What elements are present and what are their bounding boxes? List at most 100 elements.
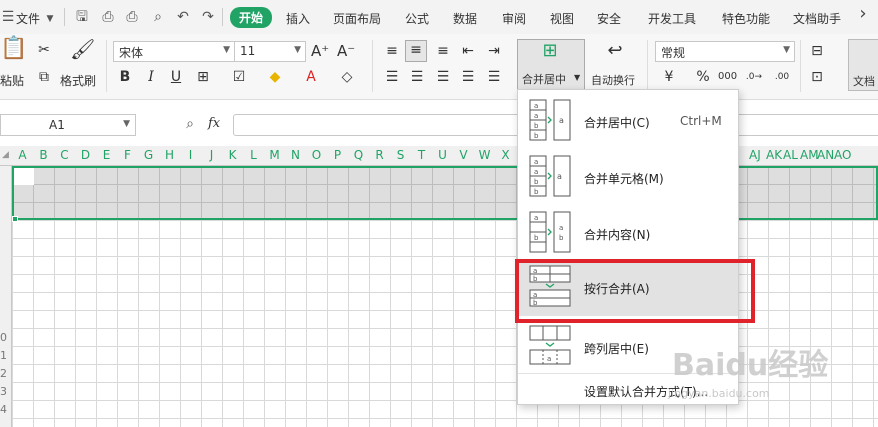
redo-icon[interactable]: ↷ [200,9,216,25]
thousands-icon[interactable]: 000 [718,68,737,86]
tab-doc-assistant[interactable]: 文档助手 [793,10,841,27]
cut-icon[interactable]: ✂ [35,41,53,59]
column-header-q[interactable]: Q [348,148,369,162]
column-header-u[interactable]: U [432,148,453,162]
column-header-t[interactable]: T [411,148,432,162]
tab-formulas[interactable]: 公式 [405,10,429,27]
decrease-font-icon[interactable]: A⁻ [337,42,355,60]
merge-center-button[interactable]: ⊞ 合并居中 ▼ [517,39,585,91]
column-header-d[interactable]: D [75,148,96,162]
indent-increase-icon[interactable]: ⇥ [485,42,503,60]
column-header-g[interactable]: G [138,148,159,162]
name-box[interactable]: A1 ▼ [0,114,136,136]
border-icon[interactable]: ⊞ [194,68,212,86]
clear-format-icon[interactable]: ◇ [338,68,356,86]
print-preview-icon[interactable]: ⌕ [150,9,166,25]
tab-home[interactable]: 开始 [230,7,273,28]
tab-insert[interactable]: 插入 [286,10,310,27]
currency-icon[interactable]: ¥ [660,68,678,86]
row-number[interactable]: 3 [0,385,7,398]
column-header-ao[interactable]: AO [834,148,851,162]
fill-color-icon[interactable]: ◆ [266,68,284,86]
column-header-a[interactable]: A [12,148,33,162]
align-top-icon[interactable]: ≡ [383,42,401,60]
table-style-icon[interactable]: ⊟ [808,42,826,60]
row-number[interactable]: 0 [0,331,7,344]
menu-item-merge-center[interactable]: aabb a 合并居中(C) Ctrl+M [518,92,738,148]
row-number[interactable]: 1 [0,349,7,362]
conditional-icon[interactable]: ☑ [230,68,248,86]
column-header-aj[interactable]: AJ [749,148,761,162]
column-header-s[interactable]: S [390,148,411,162]
doc-button[interactable]: 文档 [848,39,878,91]
save-icon[interactable]: 🖫 [74,9,90,25]
increase-font-icon[interactable]: A⁺ [311,42,329,60]
column-header-h[interactable]: H [159,148,180,162]
column-header-m[interactable]: M [264,148,285,162]
align-middle-icon[interactable]: ≡ [405,40,427,62]
wrap-text-button[interactable]: 自动换行 [591,72,635,88]
column-header-c[interactable]: C [54,148,75,162]
justify-icon[interactable]: ☰ [459,68,477,86]
format-painter-button[interactable]: 格式刷 [60,72,96,89]
increase-decimal-icon[interactable]: .0→ [745,68,763,86]
column-header-w[interactable]: W [474,148,495,162]
export-icon[interactable]: ⎙ [100,9,116,25]
align-right-icon[interactable]: ☰ [434,68,452,86]
chevron-down-icon[interactable]: ▼ [42,11,58,27]
cell-style-icon[interactable]: ⊡ [808,68,826,86]
active-cell[interactable] [14,168,34,185]
align-left-icon[interactable]: ☰ [383,68,401,86]
column-header-i[interactable]: I [180,148,201,162]
column-header-o[interactable]: O [306,148,327,162]
select-all-icon[interactable]: ◢ [2,150,9,160]
column-header-l[interactable]: L [243,148,264,162]
file-menu[interactable]: 文件 [16,10,40,27]
paste-icon[interactable]: 📋 [0,38,27,60]
column-header-al[interactable]: AL [783,148,798,162]
font-name-select[interactable]: 宋体 ▼ [113,41,235,62]
tab-security[interactable]: 安全 [597,10,621,27]
tab-review[interactable]: 审阅 [502,10,526,27]
align-center-icon[interactable]: ☰ [408,68,426,86]
fill-handle[interactable] [12,216,18,222]
tab-developer[interactable]: 开发工具 [648,10,696,27]
zoom-formula-icon[interactable]: ⌕ [182,116,198,132]
column-header-v[interactable]: V [453,148,474,162]
decrease-decimal-icon[interactable]: .00 [773,68,791,86]
paste-button[interactable]: 粘贴 [0,72,24,89]
distributed-icon[interactable]: ☰ [485,68,503,86]
column-header-k[interactable]: K [222,148,243,162]
menu-item-merge-cells[interactable]: aabb a 合并单元格(M) [518,148,738,204]
menu-item-merge-content[interactable]: ab ab 合并内容(N) [518,204,738,260]
italic-icon[interactable]: I [142,68,160,86]
row-number[interactable]: 4 [0,403,7,416]
underline-icon[interactable]: U [167,68,185,86]
column-header-e[interactable]: E [96,148,117,162]
insert-function-button[interactable]: fx [208,116,220,131]
tab-view[interactable]: 视图 [550,10,574,27]
tab-data[interactable]: 数据 [453,10,477,27]
print-icon[interactable]: ⎙ [124,9,140,25]
align-bottom-icon[interactable]: ≡ [434,42,452,60]
column-header-p[interactable]: P [327,148,348,162]
column-header-an[interactable]: AN [817,148,834,162]
font-size-select[interactable]: 11 ▼ [234,41,306,62]
number-format-select[interactable]: 常规 ▼ [655,41,795,62]
bold-icon[interactable]: B [116,68,134,86]
font-color-icon[interactable]: A [302,68,320,86]
column-header-f[interactable]: F [117,148,138,162]
column-header-ak[interactable]: AK [766,148,782,162]
column-header-j[interactable]: J [201,148,222,162]
column-header-am[interactable]: AM [800,148,819,162]
row-number[interactable]: 2 [0,367,7,380]
more-tabs-icon[interactable]: › [855,5,871,23]
column-header-x[interactable]: X [495,148,516,162]
undo-icon[interactable]: ↶ [175,9,191,25]
indent-decrease-icon[interactable]: ⇤ [459,42,477,60]
copy-icon[interactable]: ⧉ [35,68,53,86]
menu-icon[interactable]: ☰ [0,9,16,25]
format-painter-icon[interactable]: 🖌 [70,39,95,59]
column-header-r[interactable]: R [369,148,390,162]
wrap-text-icon[interactable]: ↩ [606,42,624,60]
